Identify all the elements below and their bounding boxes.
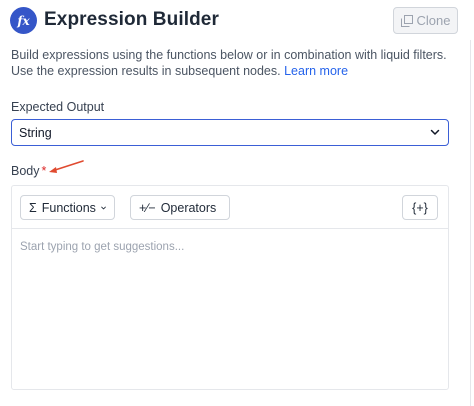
expression-editor[interactable]: Σ Functions +∕− Operators {+} Start typi…: [11, 185, 449, 390]
clone-button[interactable]: Clone: [393, 7, 458, 34]
insert-variable-button[interactable]: {+}: [402, 195, 438, 220]
function-icon: fx: [10, 7, 37, 34]
expected-output-label: Expected Output: [11, 100, 105, 114]
body-label-text: Body: [11, 164, 40, 178]
chevron-down-icon: [430, 129, 440, 135]
chevron-down-icon: [101, 206, 106, 209]
operators-icon: +∕−: [139, 200, 156, 215]
copy-icon: [400, 14, 413, 27]
editor-placeholder: Start typing to get suggestions...: [20, 241, 185, 253]
sigma-icon: Σ: [29, 200, 37, 215]
description-text: Build expressions using the functions be…: [11, 48, 447, 78]
editor-toolbar: Σ Functions +∕− Operators {+}: [12, 186, 448, 229]
annotation-arrow-icon: [49, 160, 84, 173]
expected-output-value: String: [19, 125, 52, 140]
operators-label: Operators: [160, 200, 217, 215]
body-label: Body *: [11, 164, 46, 178]
page-title: Expression Builder: [44, 9, 219, 30]
description: Build expressions using the functions be…: [11, 47, 463, 79]
functions-label: Functions: [41, 200, 96, 215]
learn-more-link[interactable]: Learn more: [284, 64, 348, 78]
panel-divider: [470, 40, 471, 406]
clone-label: Clone: [416, 13, 451, 28]
operators-button[interactable]: +∕− Operators: [130, 195, 230, 220]
header: fx Expression Builder Clone: [0, 0, 474, 40]
expected-output-select[interactable]: String: [11, 119, 449, 146]
functions-button[interactable]: Σ Functions: [20, 195, 115, 220]
